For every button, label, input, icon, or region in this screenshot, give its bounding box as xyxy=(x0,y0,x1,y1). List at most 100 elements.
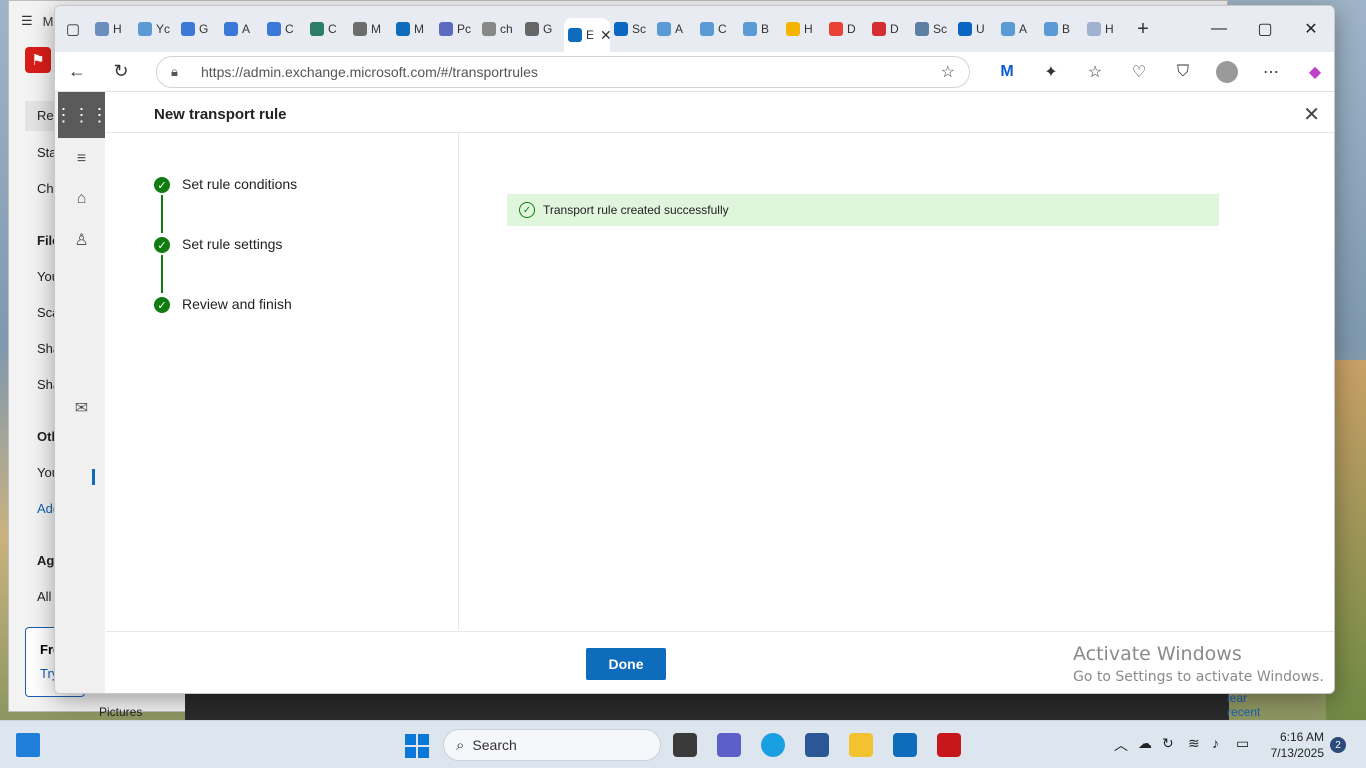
tab-label: U xyxy=(976,22,985,36)
acrobat-taskbar-icon[interactable] xyxy=(937,733,961,757)
bg-sidebar-item-cloud[interactable]: Ch xyxy=(37,181,54,196)
bg-pictures-item[interactable]: Pictures xyxy=(99,705,142,719)
tab-favicon-icon xyxy=(568,28,582,42)
new-tab-button[interactable]: + xyxy=(1126,18,1160,41)
tab-bar: ▢ HYcGACCMMPcchGE✕ScACBHDDScUABH + — ▢ ✕ xyxy=(55,6,1334,52)
tab-actions-icon[interactable]: ▢ xyxy=(55,6,91,52)
browser-tab[interactable]: H xyxy=(782,14,825,44)
tab-favicon-icon xyxy=(353,22,367,36)
browser-tab[interactable]: B xyxy=(739,14,782,44)
app-launcher-icon[interactable]: ⋮⋮⋮ xyxy=(55,92,109,138)
step-connector xyxy=(161,255,163,293)
minimize-icon[interactable]: — xyxy=(1196,6,1242,52)
hamburger-menu-icon[interactable]: ☰ xyxy=(21,13,33,29)
browser-tab[interactable]: H xyxy=(1083,14,1126,44)
taskbar-clock[interactable]: 6:16 AM 7/13/2025 xyxy=(1268,729,1324,761)
edge-browser-window[interactable]: ▢ HYcGACCMMPcchGE✕ScACBHDDScUABH + — ▢ ✕… xyxy=(54,5,1335,694)
acrobat-logo: ⚑ xyxy=(25,47,51,73)
browser-tab[interactable]: M xyxy=(349,14,392,44)
tab-label: D xyxy=(890,22,899,36)
battery-icon[interactable]: ▭ xyxy=(1236,735,1249,752)
close-window-icon[interactable]: ✕ xyxy=(1288,6,1334,52)
outlook-icon[interactable] xyxy=(893,733,917,757)
success-check-icon: ✓ xyxy=(519,202,535,218)
browser-tab[interactable]: A xyxy=(997,14,1040,44)
taskbar-search-box[interactable]: ⌕ Search xyxy=(443,729,661,761)
user-icon[interactable]: ♙ xyxy=(58,230,105,250)
close-tab-icon[interactable]: ✕ xyxy=(600,27,610,44)
address-bar[interactable]: 🔒︎ https://admin.exchange.microsoft.com/… xyxy=(156,56,970,88)
favorites-icon[interactable]: ☆ xyxy=(1073,52,1117,92)
rail-selection-indicator xyxy=(92,469,95,485)
browser-tab[interactable]: G xyxy=(521,14,564,44)
browser-tab[interactable]: Sc xyxy=(911,14,954,44)
teams-icon[interactable] xyxy=(717,733,741,757)
tab-favicon-icon xyxy=(439,22,453,36)
browser-tab[interactable]: C xyxy=(696,14,739,44)
onedrive-icon[interactable]: ☁ xyxy=(1138,735,1152,752)
refresh-icon[interactable]: ↻ xyxy=(99,52,143,92)
start-button[interactable] xyxy=(405,734,429,758)
browser-tab[interactable]: D xyxy=(868,14,911,44)
copilot-icon[interactable]: ◆ xyxy=(1293,52,1334,92)
maximize-icon[interactable]: ▢ xyxy=(1242,6,1288,52)
browser-tab[interactable]: H xyxy=(91,14,134,44)
edge-icon[interactable] xyxy=(761,733,785,757)
lock-icon[interactable]: 🔒︎ xyxy=(171,64,187,80)
tab-active[interactable]: E✕ xyxy=(564,18,610,52)
clock-time: 6:16 AM xyxy=(1279,730,1324,744)
back-icon[interactable]: ← xyxy=(55,52,99,92)
widgets-icon[interactable] xyxy=(16,733,40,757)
browser-tab[interactable]: D xyxy=(825,14,868,44)
malwarebytes-extension-icon[interactable]: M xyxy=(985,52,1029,92)
shield-icon[interactable]: ⛉ xyxy=(1161,52,1205,92)
browser-tab[interactable]: ch xyxy=(478,14,521,44)
watermark-line-1: Activate Windows xyxy=(1073,643,1242,665)
tab-label: Sc xyxy=(632,22,647,36)
url-text[interactable]: https://admin.exchange.microsoft.com/#/t… xyxy=(201,64,538,80)
hamburger-icon[interactable]: ≡ xyxy=(58,150,105,168)
tab-label: G xyxy=(199,22,209,36)
notification-badge[interactable]: 2 xyxy=(1330,737,1346,753)
browser-tab[interactable]: B xyxy=(1040,14,1083,44)
browser-tab[interactable]: C xyxy=(263,14,306,44)
favorite-star-icon[interactable]: ☆ xyxy=(941,62,955,82)
volume-icon[interactable]: ♪ xyxy=(1212,735,1219,751)
close-panel-icon[interactable]: ✕ xyxy=(1303,102,1320,127)
avatar-circle xyxy=(1216,61,1238,83)
browser-tab[interactable]: M xyxy=(392,14,435,44)
home-icon[interactable]: ⌂ xyxy=(58,190,105,208)
browser-essentials-icon[interactable]: ♡ xyxy=(1117,52,1161,92)
step-complete-check-icon: ✓ xyxy=(154,177,170,193)
browser-tab[interactable]: C xyxy=(306,14,349,44)
mail-icon[interactable]: ✉ xyxy=(58,398,105,418)
bg-clear-recent-link[interactable]: lear recent xyxy=(1227,691,1260,719)
task-view-icon[interactable] xyxy=(673,733,697,757)
browser-tab[interactable]: Pc xyxy=(435,14,478,44)
tab-label: B xyxy=(761,22,770,36)
store-icon[interactable] xyxy=(805,733,829,757)
new-transport-rule-panel: New transport rule ✕ ✓ Set rule conditio… xyxy=(106,92,1334,693)
tab-favicon-icon xyxy=(829,22,843,36)
browser-tab[interactable]: G xyxy=(177,14,220,44)
more-options-icon[interactable]: ⋯ xyxy=(1249,52,1293,92)
tab-favicon-icon xyxy=(958,22,972,36)
tab-label: ch xyxy=(500,22,513,36)
tab-label: B xyxy=(1062,22,1071,36)
bg-sidebar-item-all[interactable]: All xyxy=(37,589,51,604)
browser-tab[interactable]: A xyxy=(220,14,263,44)
file-explorer-icon[interactable] xyxy=(849,733,873,757)
browser-tab[interactable]: Sc xyxy=(610,14,653,44)
wifi-icon[interactable]: ≋ xyxy=(1188,735,1200,752)
tab-favicon-icon xyxy=(138,22,152,36)
sync-icon[interactable]: ↻ xyxy=(1162,735,1174,752)
extensions-puzzle-icon[interactable]: ✦ xyxy=(1029,52,1073,92)
tab-favicon-icon xyxy=(743,22,757,36)
tab-label: Sc xyxy=(933,22,948,36)
browser-tab[interactable]: A xyxy=(653,14,696,44)
profile-avatar[interactable] xyxy=(1205,52,1249,92)
browser-tab[interactable]: Yc xyxy=(134,14,177,44)
show-hidden-icons-chevron-icon[interactable]: ︿ xyxy=(1114,735,1128,755)
done-button[interactable]: Done xyxy=(586,648,666,680)
browser-tab[interactable]: U xyxy=(954,14,997,44)
